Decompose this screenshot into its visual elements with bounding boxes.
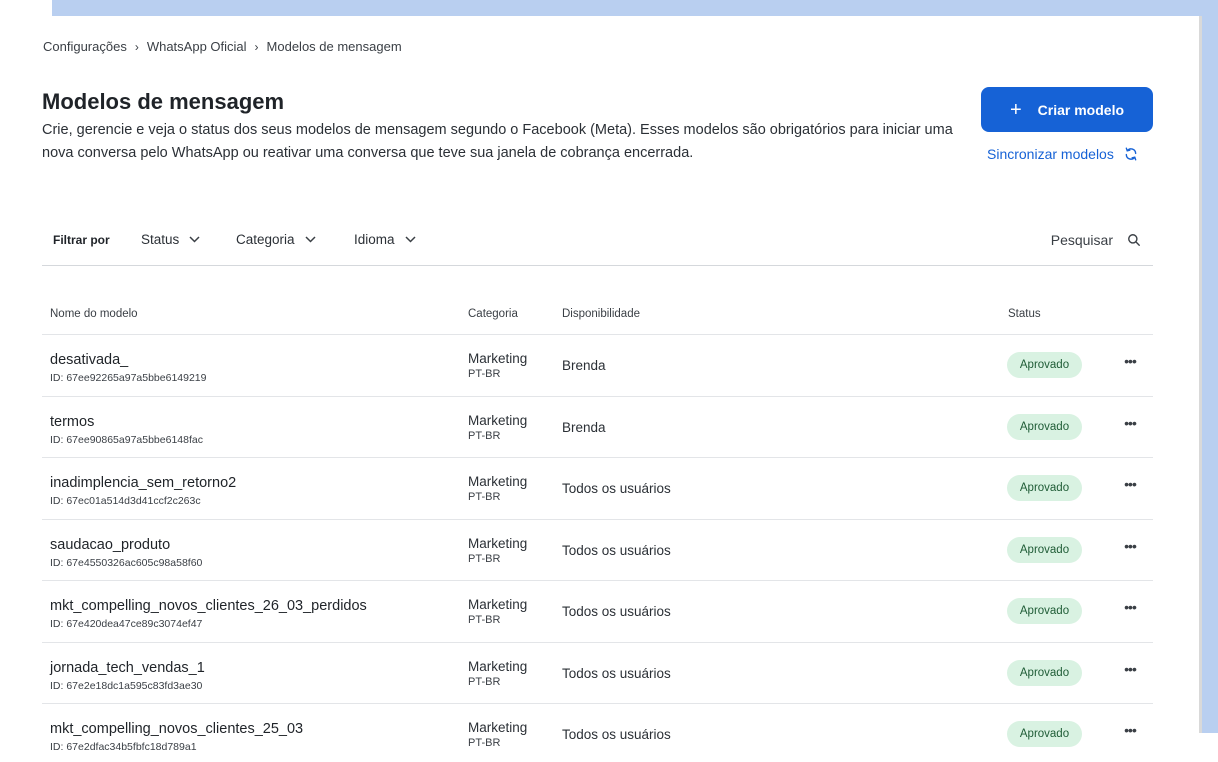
table-row[interactable]: desativada_ ID: 67ee92265a97a5bbe6149219… [42,335,1153,397]
create-template-button[interactable]: + Criar modelo [981,87,1153,132]
breadcrumb-separator-icon: › [134,39,139,54]
template-name: jornada_tech_vendas_1 [50,659,205,676]
filter-language-label: Idioma [354,232,395,247]
status-badge: Aprovado [1007,352,1082,378]
template-id: ID: 67e2dfac34b5fbfc18d789a1 [50,741,197,753]
backdrop-right-strip [1200,0,1218,733]
template-name: saudacao_produto [50,536,171,553]
table-row[interactable]: termos ID: 67ee90865a97a5bbe6148fac Mark… [42,397,1153,458]
template-availability: Brenda [562,358,606,373]
template-id: ID: 67ec01a514d3d41ccf2c263c [50,495,201,507]
plus-icon: + [1009,98,1022,121]
status-badge: Aprovado [1007,475,1082,501]
template-language: PT-BR [468,552,501,565]
template-category: Marketing [468,474,528,489]
refresh-icon [1125,147,1137,161]
chevron-down-icon [405,236,416,243]
status-badge: Aprovado [1007,413,1082,440]
template-name: inadimplencia_sem_retorno2 [50,475,237,491]
column-header-name: Nome do modelo [50,308,138,320]
template-table-body: desativada_ ID: 67ee92265a97a5bbe6149219… [42,335,1153,762]
breadcrumb-item-current: Modelos de mensagem [266,39,402,54]
table-row[interactable]: inadimplencia_sem_retorno2 ID: 67ec01a51… [42,458,1153,520]
column-header-status: Status [1008,308,1041,320]
template-category: Marketing [468,597,528,612]
template-availability: Todos os usuários [562,481,671,496]
table-row[interactable]: jornada_tech_vendas_1 ID: 67e2e18dc1a595… [42,643,1153,704]
template-category: Marketing [468,658,528,674]
more-options-icon[interactable]: ••• [1118,722,1142,742]
chevron-down-icon [305,236,316,243]
template-id: ID: 67e4550326ac605c98a58f60 [50,556,203,569]
filter-label: Filtrar por [53,233,110,247]
template-name: desativada_ [50,352,129,368]
template-language: PT-BR [468,491,501,503]
column-header-category: Categoria [468,308,518,320]
more-options-icon[interactable]: ••• [1118,661,1142,681]
filter-status-dropdown[interactable]: Status [141,232,200,247]
table-row[interactable]: saudacao_produto ID: 67e4550326ac605c98a… [42,520,1153,581]
more-options-icon[interactable]: ••• [1118,353,1142,373]
template-language: PT-BR [468,368,501,380]
search-label: Pesquisar [1050,232,1113,248]
create-template-label: Criar modelo [1037,101,1125,118]
template-id: ID: 67e420dea47ce89c3074ef47 [50,618,203,630]
template-category: Marketing [468,720,528,735]
status-badge: Aprovado [1007,536,1082,563]
template-category: Marketing [468,351,528,366]
template-id: ID: 67ee90865a97a5bbe6148fac [50,433,203,446]
template-language: PT-BR [468,737,501,749]
table-header: Nome do modelo Categoria Disponibilidade… [42,300,1153,335]
filter-category-label: Categoria [236,232,295,247]
template-availability: Todos os usuários [562,604,671,619]
more-options-icon[interactable]: ••• [1118,415,1142,435]
template-availability: Todos os usuários [562,665,671,681]
template-language: PT-BR [468,429,501,442]
template-name: termos [50,413,95,430]
template-language: PT-BR [468,675,501,688]
sync-templates-label: Sincronizar modelos [987,146,1114,162]
column-header-availability: Disponibilidade [562,308,640,320]
more-options-icon[interactable]: ••• [1118,599,1142,619]
template-category: Marketing [468,535,528,551]
more-options-icon[interactable]: ••• [1118,476,1142,496]
template-availability: Todos os usuários [562,542,671,558]
status-badge: Aprovado [1007,721,1082,747]
breadcrumb-separator-icon: › [254,39,259,54]
filter-language-dropdown[interactable]: Idioma [354,232,416,247]
template-id: ID: 67ee92265a97a5bbe6149219 [50,372,207,384]
backdrop-top-strip [52,0,1218,16]
template-availability: Brenda [562,419,606,435]
template-language: PT-BR [468,614,501,626]
table-row[interactable]: mkt_compelling_novos_clientes_26_03_perd… [42,581,1153,643]
page-description: Crie, gerencie e veja o status dos seus … [42,122,953,161]
search-icon [1128,234,1140,246]
filter-bar: Filtrar por Status Categoria Idioma Pesq… [42,228,1153,266]
template-name: mkt_compelling_novos_clientes_26_03_perd… [50,598,367,614]
template-name: mkt_compelling_novos_clientes_25_03 [50,721,304,737]
page-title: Modelos de mensagem [42,89,285,114]
sync-templates-link[interactable]: Sincronizar modelos [987,146,1138,162]
status-badge: Aprovado [1007,659,1082,686]
template-category: Marketing [468,412,528,428]
search-button[interactable]: Pesquisar [1051,232,1141,248]
breadcrumb-item-whatsapp[interactable]: WhatsApp Oficial [147,39,247,54]
chevron-down-icon [189,236,200,243]
breadcrumb: Configurações › WhatsApp Oficial › Model… [43,39,402,54]
filter-category-dropdown[interactable]: Categoria [236,232,316,247]
template-id: ID: 67e2e18dc1a595c83fd3ae30 [50,679,203,692]
table-row[interactable]: mkt_compelling_novos_clientes_25_03 ID: … [42,704,1153,762]
more-options-icon[interactable]: ••• [1118,538,1142,558]
filter-status-label: Status [141,232,180,247]
template-availability: Todos os usuários [562,727,671,742]
breadcrumb-item-settings[interactable]: Configurações [43,39,127,54]
status-badge: Aprovado [1007,598,1082,624]
